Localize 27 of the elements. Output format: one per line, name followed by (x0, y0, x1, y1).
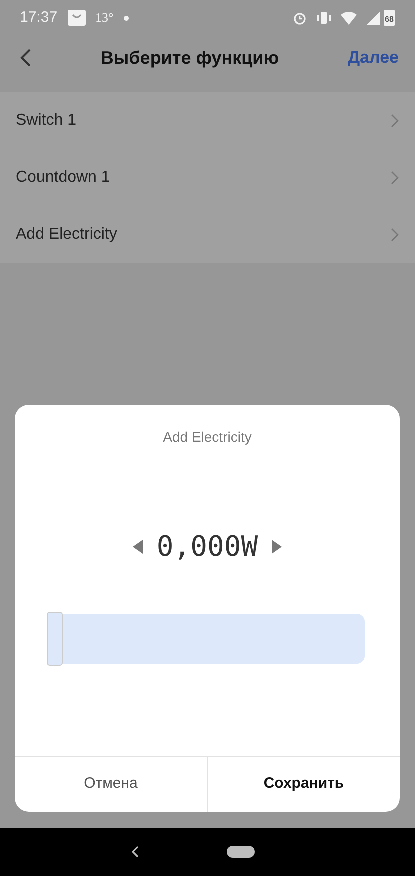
signal-icon (367, 12, 380, 24)
slider-thumb[interactable] (47, 612, 63, 666)
decrease-icon[interactable] (132, 540, 143, 554)
home-pill[interactable] (226, 846, 254, 858)
chevron-icon (391, 114, 399, 128)
dialog-title: Add Electricity (162, 428, 253, 447)
slider-track[interactable] (49, 614, 365, 664)
status-temperature: 13° (96, 9, 114, 28)
vibrate-icon (317, 12, 331, 24)
value-display: 0,000W (156, 529, 258, 565)
save-button[interactable]: Сохранить (207, 757, 400, 812)
bag-icon (68, 10, 86, 26)
function-row[interactable]: Add Electricity (0, 206, 415, 263)
cancel-button[interactable]: Отмена (15, 757, 207, 812)
alarm-icon (293, 11, 307, 25)
wifi-icon (341, 12, 357, 24)
battery-indicator: 68 (384, 10, 395, 26)
function-row[interactable]: Switch 1 (0, 92, 415, 149)
function-row[interactable]: Countdown 1 (0, 149, 415, 206)
dot-icon (124, 16, 129, 20)
back-icon[interactable] (20, 48, 32, 68)
page-title: Выберите функцию (100, 46, 280, 70)
chevron-icon (391, 228, 399, 242)
chevron-icon (391, 170, 399, 184)
back-nav-icon[interactable] (130, 846, 138, 858)
status-time: 17:37 (20, 8, 58, 28)
increase-icon[interactable] (272, 540, 282, 554)
